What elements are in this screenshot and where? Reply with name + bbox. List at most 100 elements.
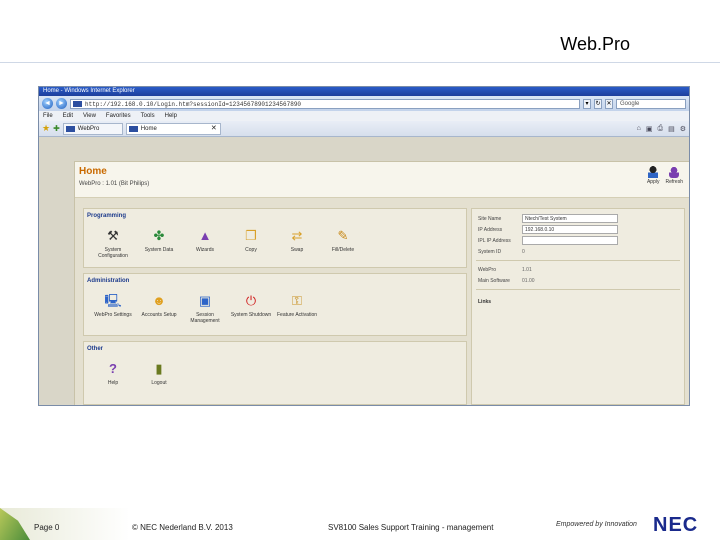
administration-panel: Administration 🖳 WebPro Settings ☻ Accou…: [83, 273, 467, 336]
ipl-ip-address-field[interactable]: [522, 236, 618, 245]
users-icon: ☻: [152, 293, 166, 308]
add-favorite-icon[interactable]: ✚: [53, 124, 60, 133]
webpro-settings-button[interactable]: 🖳 WebPro Settings: [90, 292, 136, 324]
dropdown-icon[interactable]: ▾: [583, 98, 591, 109]
tools-icon: ⚒: [107, 228, 119, 243]
page-header: Home WebPro : 1.01 (Bit Philips) Apply R…: [75, 162, 689, 198]
item-label: Logout: [151, 380, 167, 386]
other-panel: Other ? Help ▮ Logout: [83, 341, 467, 405]
menu-tools[interactable]: Tools: [141, 111, 155, 121]
menu-bar: File Edit View Favorites Tools Help: [39, 111, 689, 121]
tab-label: Home: [140, 125, 157, 132]
item-label: WebPro Settings: [94, 312, 132, 318]
apply-button[interactable]: Apply: [646, 166, 660, 185]
item-label: System Shutdown: [230, 312, 272, 318]
url-input[interactable]: http://192.168.0.10/Login.htm?sessionId=…: [70, 98, 580, 109]
webpro-version-value: 1.01: [522, 266, 532, 273]
help-button[interactable]: ? Help: [90, 360, 136, 386]
tools-menu-icon[interactable]: ⚙: [680, 125, 686, 133]
menu-view[interactable]: View: [83, 111, 96, 121]
forward-icon[interactable]: ►: [56, 98, 67, 109]
links-heading: Links: [478, 299, 492, 305]
item-label: Copy: [245, 247, 257, 253]
site-name-field[interactable]: Ntech/Test System: [522, 214, 618, 223]
webpro-version-row: WebPro 1.01: [472, 264, 684, 275]
ipl-ip-address-row: IPL IP Address: [472, 235, 684, 246]
accounts-setup-button[interactable]: ☻ Accounts Setup: [136, 292, 182, 324]
footer-page-number: Page 0: [34, 523, 60, 532]
copy-button[interactable]: ❐ Copy: [228, 227, 274, 259]
session-management-button[interactable]: ▣ Session Management: [182, 292, 228, 324]
slide-title: Web.Pro: [560, 34, 630, 54]
administration-items: 🖳 WebPro Settings ☻ Accounts Setup ▣ Ses…: [84, 284, 466, 324]
page-title: Home: [79, 166, 107, 177]
swap-button[interactable]: ⇄ Swap: [274, 227, 320, 259]
wizards-button[interactable]: ▲ Wizards: [182, 227, 228, 259]
url-text: http://192.168.0.10/Login.htm?sessionId=…: [85, 100, 302, 108]
tab-favicon: [128, 125, 138, 132]
apply-icon: [648, 166, 659, 178]
feeds-icon[interactable]: ▣: [646, 125, 653, 133]
browser-titlebar: Home - Windows Internet Explorer: [39, 87, 689, 96]
system-configuration-button[interactable]: ⚒ System Configuration: [90, 227, 136, 259]
menu-favorites[interactable]: Favorites: [106, 111, 131, 121]
item-label: Accounts Setup: [141, 312, 177, 318]
system-data-button[interactable]: ✤ System Data: [136, 227, 182, 259]
item-label: Swap: [290, 247, 304, 253]
copy-icon: ❐: [245, 228, 257, 243]
back-icon[interactable]: ◄: [42, 98, 53, 109]
programming-panel: Programming ⚒ System Configuration ✤ Sys…: [83, 208, 467, 268]
nec-logo: NEC: [653, 514, 699, 536]
menu-file[interactable]: File: [43, 111, 53, 121]
webpro-version-label: WebPro: [478, 266, 496, 273]
menu-edit[interactable]: Edit: [63, 111, 73, 121]
ip-address-row: IP Address 192.168.0.10: [472, 224, 684, 235]
item-label: System Data: [144, 247, 174, 253]
print-icon[interactable]: ⎙: [657, 125, 663, 133]
tab-bar: ★ ✚ WebPro Home ✕ ⌂ ▣ ⎙ ▤ ⚙: [39, 121, 689, 137]
apply-label: Apply: [646, 179, 660, 185]
refresh-label: Refresh: [665, 179, 683, 185]
search-input[interactable]: Google: [616, 98, 686, 109]
swap-icon: ⇄: [291, 228, 303, 243]
door-icon: ▮: [155, 361, 163, 376]
logout-button[interactable]: ▮ Logout: [136, 360, 182, 386]
ip-address-field[interactable]: 192.168.0.10: [522, 225, 618, 234]
footer-copyright: © NEC Nederland B.V. 2013: [132, 523, 233, 532]
info-divider: [476, 260, 680, 261]
stop-icon[interactable]: ✕: [605, 98, 613, 109]
tab-favicon: [65, 125, 75, 132]
system-id-row: System ID 0: [472, 246, 684, 257]
main-software-row: Main Software 01.00: [472, 275, 684, 286]
command-bar: ⌂ ▣ ⎙ ▤ ⚙: [637, 125, 686, 133]
item-label: System Configuration: [98, 247, 128, 259]
info-divider: [476, 289, 680, 290]
feature-activation-button[interactable]: ⚿ Feature Activation: [274, 292, 320, 324]
refresh-icon: [669, 166, 680, 178]
tab-home[interactable]: Home ✕: [125, 122, 221, 135]
fill-delete-icon: ✎: [337, 228, 349, 243]
home-icon[interactable]: ⌂: [637, 125, 641, 133]
item-label: Fill/Delete: [331, 247, 355, 253]
page-menu-icon[interactable]: ▤: [668, 125, 675, 133]
refresh-button[interactable]: Refresh: [665, 166, 683, 185]
tab-webpro[interactable]: WebPro: [62, 122, 123, 135]
fill-delete-button[interactable]: ✎ Fill/Delete: [320, 227, 366, 259]
panel-title: Programming: [87, 213, 127, 219]
panel-title: Administration: [87, 278, 130, 284]
site-name-label: Site Name: [478, 215, 502, 222]
site-favicon: [73, 100, 82, 107]
session-icon: ▣: [198, 293, 212, 308]
refresh-icon[interactable]: ↻: [594, 98, 602, 109]
favorites-star-icon[interactable]: ★: [42, 123, 50, 134]
close-icon[interactable]: ✕: [211, 124, 217, 134]
main-software-label: Main Software: [478, 277, 510, 284]
address-bar: ◄ ► http://192.168.0.10/Login.htm?sessio…: [39, 96, 689, 111]
slide: Web.Pro Home - Windows Internet Explorer…: [0, 0, 720, 540]
system-shutdown-button[interactable]: ⏻ System Shutdown: [228, 292, 274, 324]
blocks-icon: ✤: [153, 228, 165, 243]
ipl-ip-address-label: IPL IP Address: [478, 237, 511, 244]
tab-label: WebPro: [77, 125, 100, 132]
footer-training-title: SV8100 Sales Support Training - manageme…: [328, 523, 494, 532]
menu-help[interactable]: Help: [165, 111, 177, 121]
